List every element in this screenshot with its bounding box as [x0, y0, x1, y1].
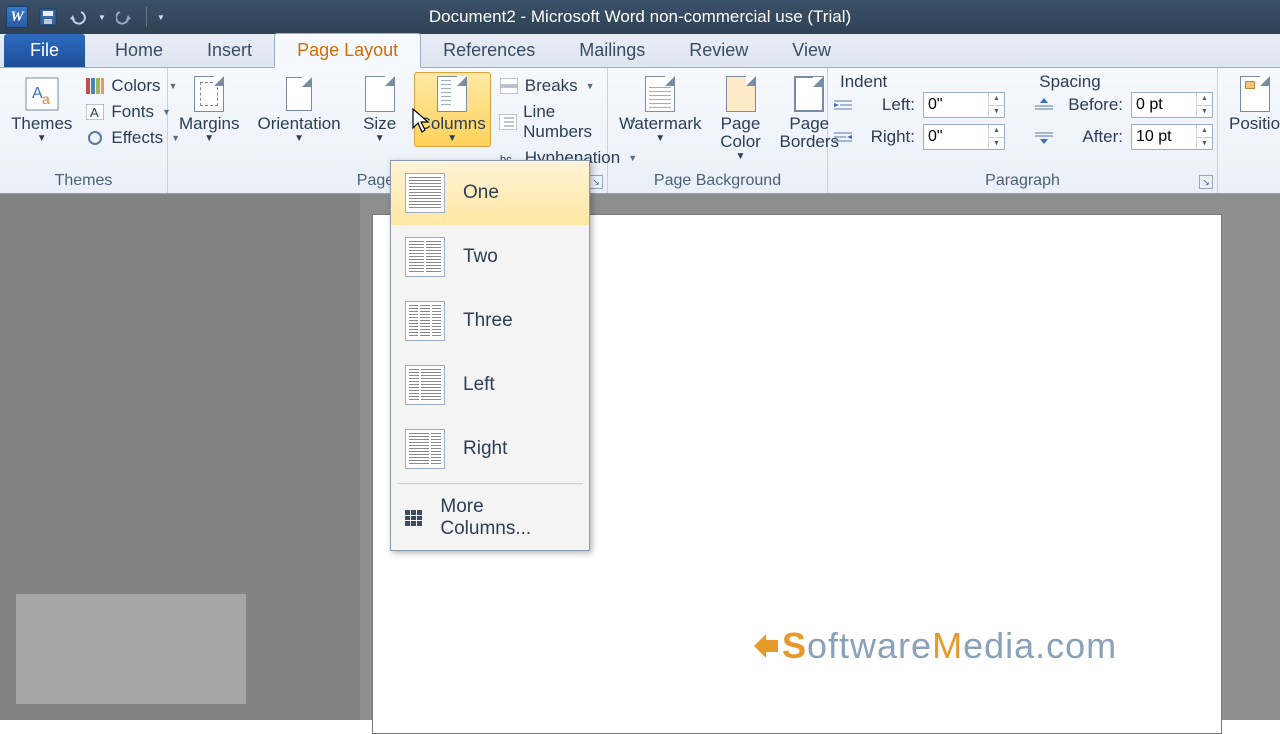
svg-text:a: a [42, 91, 50, 107]
themes-button[interactable]: Aa Themes ▼ [6, 72, 77, 147]
watermark-logo: SoftwareMedia.com [750, 625, 1117, 667]
effects-button[interactable]: Effects▼ [85, 126, 180, 150]
tab-page-layout[interactable]: Page Layout [274, 33, 421, 68]
window-title: Document2 - Microsoft Word non-commercia… [429, 7, 851, 27]
page-color-button[interactable]: Page Color▼ [715, 72, 767, 165]
word-app-icon: W [6, 6, 28, 28]
svg-text:A: A [90, 105, 99, 120]
margins-button[interactable]: Margins▼ [174, 72, 244, 147]
columns-option-left[interactable]: Left [391, 353, 589, 417]
navigation-pane [0, 194, 360, 720]
line-numbers-icon [499, 113, 517, 131]
line-numbers-button[interactable]: Line Numbers▼ [499, 100, 637, 144]
thumbnail-strip [16, 594, 246, 704]
colors-icon [85, 77, 105, 95]
indent-left-input[interactable]: 0"▲▼ [923, 92, 1005, 118]
left-column-icon [405, 365, 445, 405]
columns-button[interactable]: Columns▼ [414, 72, 491, 147]
tab-mailings[interactable]: Mailings [557, 34, 667, 67]
group-themes: Aa Themes ▼ Colors▼ A Fonts▼ Effects▼ [0, 68, 168, 193]
tab-view[interactable]: View [770, 34, 853, 67]
spacing-heading: Spacing [1039, 72, 1100, 92]
spacing-after-icon [1035, 130, 1053, 144]
group-paragraph: Indent Spacing Left: 0"▲▼ Right: 0"▲▼ [828, 68, 1218, 193]
columns-dropdown: One Two Three Left Right More Columns... [390, 160, 590, 551]
spacing-before-input[interactable]: 0 pt▲▼ [1131, 92, 1213, 118]
group-page-background-label: Page Background [614, 172, 821, 193]
spacing-after-input[interactable]: 10 pt▲▼ [1131, 124, 1213, 150]
columns-option-one[interactable]: One [391, 161, 589, 225]
more-columns-icon [405, 510, 422, 526]
indent-right-input[interactable]: 0"▲▼ [923, 124, 1005, 150]
tab-home[interactable]: Home [93, 34, 185, 67]
group-arrange: Positio [1218, 68, 1280, 193]
group-themes-label: Themes [6, 172, 161, 193]
tab-references[interactable]: References [421, 34, 557, 67]
columns-option-three[interactable]: Three [391, 289, 589, 353]
columns-option-right[interactable]: Right [391, 417, 589, 481]
indent-left-icon [834, 98, 852, 112]
right-column-icon [405, 429, 445, 469]
group-paragraph-label: Paragraph [834, 172, 1211, 193]
qat-save-icon[interactable] [38, 7, 58, 27]
one-column-icon [405, 173, 445, 213]
paragraph-launcher-icon[interactable]: ↘ [1199, 175, 1213, 189]
tab-review[interactable]: Review [667, 34, 770, 67]
fonts-button[interactable]: A Fonts▼ [85, 100, 180, 124]
tab-insert[interactable]: Insert [185, 34, 274, 67]
title-bar: W ▼ ▼ Document2 - Microsoft Word non-com… [0, 0, 1280, 34]
breaks-icon [499, 77, 519, 95]
qat-undo-icon[interactable] [68, 7, 88, 27]
columns-option-two[interactable]: Two [391, 225, 589, 289]
three-column-icon [405, 301, 445, 341]
effects-icon [85, 129, 105, 147]
menu-separator [397, 483, 583, 484]
orientation-button[interactable]: Orientation▼ [252, 72, 345, 147]
tab-file[interactable]: File [4, 34, 85, 67]
page-setup-launcher-icon[interactable]: ↘ [589, 175, 603, 189]
colors-button[interactable]: Colors▼ [85, 74, 180, 98]
columns-option-more[interactable]: More Columns... [391, 486, 589, 550]
group-page-background: Watermark▼ Page Color▼ Page Borders Page… [608, 68, 828, 193]
themes-label: Themes [11, 115, 72, 133]
two-column-icon [405, 237, 445, 277]
indent-heading: Indent [840, 72, 887, 92]
ribbon: Aa Themes ▼ Colors▼ A Fonts▼ Effects▼ [0, 68, 1280, 194]
fonts-icon: A [85, 103, 105, 121]
size-button[interactable]: Size▼ [354, 72, 406, 147]
qat-redo-icon[interactable] [116, 7, 136, 27]
spacing-before-icon [1035, 98, 1053, 112]
ribbon-tabs: File Home Insert Page Layout References … [0, 34, 1280, 68]
indent-right-icon [834, 130, 852, 144]
breaks-button[interactable]: Breaks▼ [499, 74, 637, 98]
position-button[interactable]: Positio [1224, 72, 1280, 136]
